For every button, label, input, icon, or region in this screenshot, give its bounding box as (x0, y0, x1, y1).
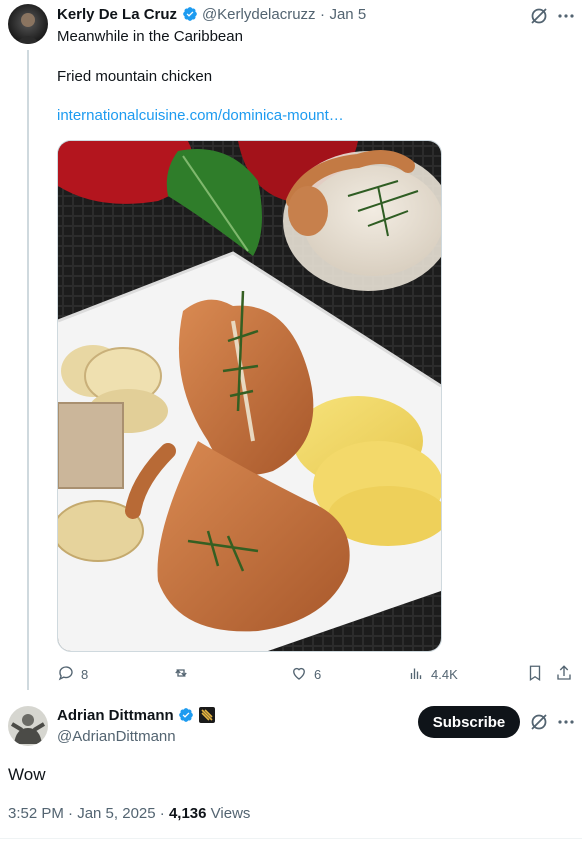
share-icon[interactable] (555, 664, 573, 687)
display-name[interactable]: Kerly De La Cruz (57, 6, 177, 23)
affiliate-badge-icon (198, 707, 215, 728)
more-icon[interactable] (557, 712, 575, 737)
tweet1-line1: Meanwhile in the Caribbean (57, 28, 243, 45)
tweet2-text: Wow (8, 765, 46, 784)
post-timestamp[interactable]: 3:52 PM · Jan 5, 2025 · (8, 805, 165, 822)
views-count: 4,136 (168, 805, 207, 822)
post-image[interactable] (57, 140, 442, 652)
more-icon[interactable] (557, 6, 575, 31)
like-button[interactable]: 6 (290, 664, 321, 685)
views-button[interactable]: 4.4K (407, 664, 458, 685)
views-icon (407, 664, 425, 685)
handle[interactable]: @Kerlydelacruzz (202, 6, 316, 23)
avatar-adrian[interactable] (8, 706, 48, 746)
grok-icon[interactable] (529, 712, 549, 737)
like-icon (290, 664, 308, 685)
grok-icon[interactable] (529, 6, 549, 31)
reply-count: 8 (81, 667, 89, 682)
bookmark-icon[interactable] (526, 664, 544, 687)
views-label: Views (210, 805, 251, 822)
handle[interactable]: @AdrianDittmann (57, 728, 176, 745)
verified-badge-icon (182, 6, 198, 22)
reply-icon (57, 664, 75, 685)
verified-badge-icon (178, 707, 194, 723)
tweet1-header: Kerly De La Cruz @Kerlydelacruzz · Jan 5 (57, 6, 366, 24)
tweet2-header: Adrian Dittmann (57, 707, 215, 728)
tweet1-link[interactable]: internationalcuisine.com/dominica-mount… (57, 107, 344, 124)
tweet2-meta: 3:52 PM · Jan 5, 2025 · 4,136 Views (8, 805, 250, 822)
repost-button[interactable] (172, 664, 196, 685)
post-date[interactable]: Jan 5 (329, 6, 366, 23)
like-count: 6 (314, 667, 322, 682)
thread-connector-line (27, 50, 29, 690)
repost-icon (172, 664, 190, 685)
reply-button[interactable]: 8 (57, 664, 88, 685)
divider (0, 838, 582, 839)
subscribe-button[interactable]: Subscribe (418, 706, 520, 738)
display-name[interactable]: Adrian Dittmann (57, 707, 174, 724)
avatar-kerly[interactable] (8, 4, 48, 44)
views-count: 4.4K (431, 667, 458, 682)
separator: · (320, 6, 326, 23)
tweet1-line2: Fried mountain chicken (57, 68, 213, 85)
